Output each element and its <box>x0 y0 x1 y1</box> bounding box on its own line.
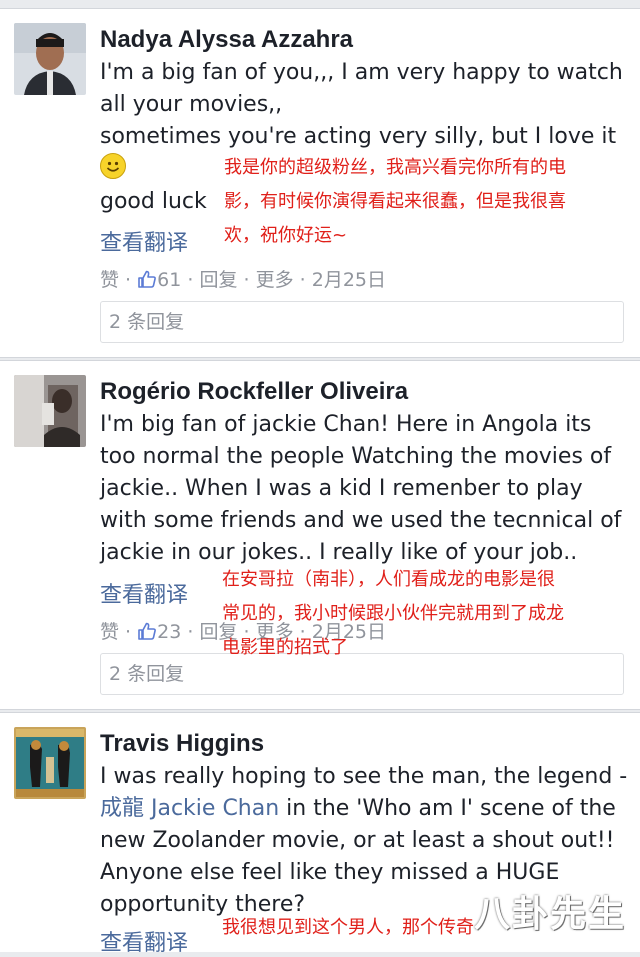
comment-line: sometimes you're acting very silly, but … <box>100 124 617 149</box>
more-button[interactable]: 更多 <box>256 269 294 291</box>
comment-text-fragment: in the 'Who am I' scene of the <box>279 796 616 821</box>
avatar-photo <box>14 727 86 799</box>
comment-card: Nadya Alyssa Azzahra I'm a big fan of yo… <box>0 8 640 358</box>
see-translation-link[interactable]: 查看翻译 <box>100 225 188 257</box>
separator: · <box>119 621 138 643</box>
comment-author[interactable]: Travis Higgins <box>100 730 264 758</box>
separator: · <box>181 269 200 291</box>
separator: · <box>293 269 312 291</box>
comment-date[interactable]: 2月25日 <box>312 269 386 291</box>
like-count[interactable]: 61 <box>157 269 181 291</box>
like-count[interactable]: 23 <box>157 621 181 643</box>
annotation-line: 欢，祝你好运~ <box>224 225 348 246</box>
avatar[interactable] <box>14 375 86 447</box>
annotation-line: 影，有时候你演得看起来很蠢，但是我很喜 <box>224 191 566 212</box>
translation-annotation: 在安哥拉（南非），人们看成龙的电影是很 常见的，我小时候跟小伙伴完就用到了成龙 … <box>222 563 564 665</box>
avatar-photo <box>14 375 86 447</box>
page-mention-link[interactable]: 成龍 Jackie Chan <box>100 796 279 821</box>
annotation-line: 电影里的招式了 <box>222 637 348 658</box>
comment-text: I'm big fan of jackie Chan! Here in Ango… <box>100 409 630 569</box>
thumbs-up-icon <box>137 621 157 646</box>
comment-author[interactable]: Nadya Alyssa Azzahra <box>100 26 353 54</box>
translation-annotation: 我是你的超级粉丝，我高兴看完你所有的电 影，有时候你演得看起来很蠢，但是我很喜 … <box>224 151 566 253</box>
view-replies-button[interactable]: 2 条回复 <box>100 301 624 343</box>
watermark-logo: 八卦先生 <box>473 894 626 935</box>
reply-button[interactable]: 回复 <box>199 269 237 291</box>
comment-line: I'm a big fan of you,,, I am very happy … <box>100 60 623 85</box>
comment-line: 成龍 Jackie Chan in the 'Who am I' scene o… <box>100 793 630 825</box>
avatar[interactable] <box>14 727 86 799</box>
like-button[interactable]: 赞 <box>100 621 119 643</box>
comment-line: new Zoolander movie, or at least a shout… <box>100 828 615 853</box>
annotation-line: 常见的，我小时候跟小伙伴完就用到了成龙 <box>222 603 564 624</box>
see-translation-link[interactable]: 查看翻译 <box>100 577 188 609</box>
like-button[interactable]: 赞 <box>100 269 119 291</box>
avatar[interactable] <box>14 23 86 95</box>
comment-line: I was really hoping to see the man, the … <box>100 764 628 789</box>
see-translation-link[interactable]: 查看翻译 <box>100 925 188 957</box>
comment-author[interactable]: Rogério Rockfeller Oliveira <box>100 378 408 406</box>
annotation-line: 我很想见到这个男人，那个传奇 <box>222 917 474 938</box>
smile-emoji-icon <box>100 153 126 179</box>
separator: · <box>119 269 138 291</box>
annotation-line: 在安哥拉（南非），人们看成龙的电影是很 <box>222 569 555 590</box>
annotation-line: 我是你的超级粉丝，我高兴看完你所有的电 <box>224 157 566 178</box>
separator: · <box>181 621 200 643</box>
thumbs-up-icon <box>137 269 157 294</box>
translation-annotation: 我很想见到这个男人，那个传奇 <box>222 911 474 945</box>
avatar-photo <box>14 23 86 95</box>
comment-card: Rogério Rockfeller Oliveira I'm big fan … <box>0 360 640 710</box>
comment-line: jackie.. When I was a kid I remenber to … <box>100 476 583 501</box>
comment-line: all your movies,, <box>100 92 283 117</box>
comment-line: too normal the people Watching the movie… <box>100 444 612 469</box>
comment-line: with some friends and we used the tecnni… <box>100 508 622 533</box>
separator: · <box>237 269 256 291</box>
comment-actions: 赞 · 61 · 回复 · 更多 · 2月25日 <box>100 265 386 294</box>
comment-line: I'm big fan of jackie Chan! Here in Ango… <box>100 412 592 437</box>
